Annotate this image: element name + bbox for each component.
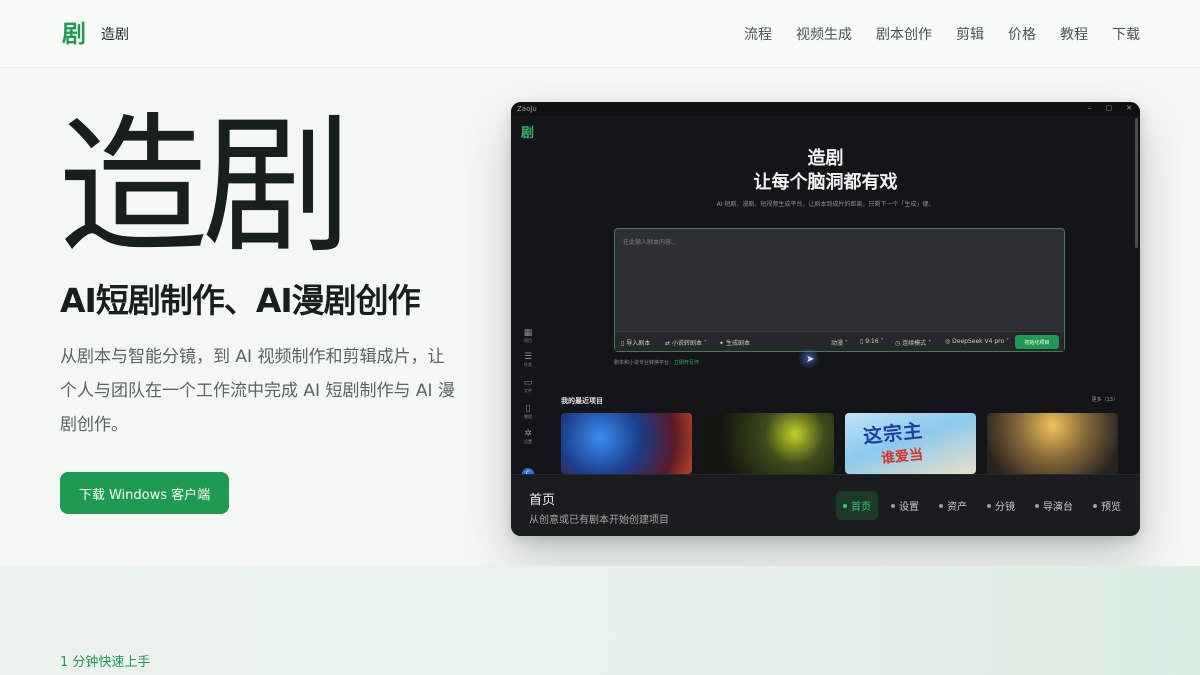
tab-storyboard[interactable]: 分镜 (980, 491, 1022, 520)
nav-links: 流程 视频生成 剧本创作 剪辑 价格 教程 下载 (744, 24, 1140, 44)
chevron-down-icon: ˅ (701, 340, 707, 347)
mode-select[interactable]: ◷ 连续模式 ˅ (895, 338, 931, 347)
brand-logo-icon: 剧 (62, 20, 86, 48)
book-icon: ▯ (525, 404, 531, 414)
chevron-down-icon: ˅ (878, 338, 884, 345)
hero-subtitle: AI短剧制作、AI漫剧创作 (60, 281, 421, 320)
init-project-button[interactable]: 初始化项目 (1015, 335, 1059, 349)
app-slogan: 让每个脑洞都有戏 (753, 172, 898, 193)
app-tagline: AI 短剧、漫剧、短视频生成平台，让剧本到成片的距离，只剩下一个「生成」键。 (716, 201, 935, 208)
list-icon: ☰ (523, 352, 533, 362)
dot-icon (1035, 503, 1039, 508)
project-thumbnail[interactable] (703, 413, 834, 474)
project-thumbnail[interactable] (987, 413, 1118, 474)
dot-icon (939, 503, 943, 508)
top-navigation: 剧 造剧 流程 视频生成 剧本创作 剪辑 价格 教程 下载 (0, 0, 1200, 68)
sidebar-item-files[interactable]: ▭ 文件 (511, 378, 545, 394)
app-headline: 造剧 (807, 148, 844, 169)
sidebar-item-tutorials[interactable]: ▯ 教程 (511, 404, 545, 420)
brand-name: 造剧 (101, 27, 129, 43)
script-prompt-box: ▯ 导入剧本 ⇄ 小说转剧本 ˅ ✦ 生成剧本 动漫 ˅ ▯ 9:16 ˅ ◷ … (614, 228, 1065, 352)
thumbnail-subtitle: 谁爱当 (880, 446, 924, 468)
hero-title: 造剧 (58, 100, 352, 274)
prompt-hint: 剧本和小说专业转换平台：立即开写作 (614, 360, 700, 366)
sidebar-item-settings[interactable]: ✲ 设置 (511, 429, 545, 445)
dot-icon (843, 503, 847, 508)
settings-icon: ✲ (524, 429, 532, 439)
project-thumbnail[interactable]: 这宗主 谁爱当 (845, 413, 976, 474)
dot-icon (1093, 503, 1097, 508)
dot-icon (987, 503, 991, 508)
brand[interactable]: 剧 造剧 (62, 20, 129, 48)
mouse-cursor-icon: ➤ (806, 354, 815, 365)
nav-link-script-creation[interactable]: 剧本创作 (876, 24, 932, 44)
page-subtitle: 从创意或已有剧本开始创建项目 (529, 515, 669, 526)
chevron-down-icon: ˅ (843, 340, 848, 347)
script-input[interactable] (623, 237, 1053, 327)
window-title: ZaoJu (517, 105, 537, 113)
tab-preview[interactable]: 预览 (1086, 491, 1128, 520)
grid-icon: ▦ (523, 328, 533, 338)
app-preview-window: ZaoJu – ▢ ✕ 剧 ▦ 项目 ☰ 任务 ▭ 文件 ▯ 教程 ✲ 设置 C (511, 102, 1140, 536)
window-controls: – ▢ ✕ (1088, 104, 1132, 112)
import-script-button[interactable]: ▯ 导入剧本 (621, 338, 650, 347)
generate-script-button[interactable]: ✦ 生成剧本 (719, 338, 750, 347)
folder-icon: ▭ (523, 378, 533, 388)
download-windows-button[interactable]: 下载 Windows 客户端 (60, 472, 229, 514)
convert-icon: ⇄ (665, 340, 672, 347)
tab-home[interactable]: 首页 (836, 491, 878, 520)
hint-link[interactable]: 立即开写作 (674, 360, 699, 366)
novel-to-script-button[interactable]: ⇄ 小说转剧本 ˅ (665, 338, 707, 347)
nav-link-pricing[interactable]: 价格 (1008, 24, 1036, 44)
model-select[interactable]: ◎ DeepSeek V4 pro ˅ (945, 338, 1009, 345)
more-projects-link[interactable]: 更多（13） (1092, 396, 1118, 403)
nav-link-download[interactable]: 下载 (1112, 24, 1140, 44)
chevron-down-icon: ˅ (926, 340, 932, 347)
nav-link-tutorials[interactable]: 教程 (1060, 24, 1088, 44)
ratio-select[interactable]: ▯ 9:16 ˅ (860, 338, 884, 345)
close-icon[interactable]: ✕ (1126, 104, 1132, 112)
recent-projects-title: 我的最近项目 (561, 397, 603, 405)
quick-start-label: 1 分钟快速上手 (60, 655, 151, 670)
window-titlebar: ZaoJu – ▢ ✕ (511, 102, 1140, 116)
tab-director[interactable]: 导演台 (1028, 491, 1080, 520)
app-logo-icon: 剧 (521, 126, 535, 141)
maximize-icon[interactable]: ▢ (1106, 104, 1113, 112)
sidebar-item-projects[interactable]: ▦ 项目 (511, 328, 545, 344)
nav-link-editing[interactable]: 剪辑 (956, 24, 984, 44)
chevron-down-icon: ˅ (1004, 338, 1010, 345)
nav-link-video-generation[interactable]: 视频生成 (796, 24, 852, 44)
sparkle-icon: ✦ (719, 340, 726, 347)
tab-settings[interactable]: 设置 (884, 491, 926, 520)
minimize-icon[interactable]: – (1088, 104, 1092, 112)
tab-assets[interactable]: 资产 (932, 491, 974, 520)
style-select[interactable]: 动漫 ˅ (831, 338, 848, 347)
prompt-toolbar: ▯ 导入剧本 ⇄ 小说转剧本 ˅ ✦ 生成剧本 动漫 ˅ ▯ 9:16 ˅ ◷ … (615, 331, 1064, 351)
workflow-tabs: 首页 设置 资产 分镜 导演台 预览 (836, 491, 1128, 520)
page-title: 首页 (529, 493, 556, 508)
sidebar-item-tasks[interactable]: ☰ 任务 (511, 352, 545, 368)
section-band (0, 566, 1200, 675)
nav-link-process[interactable]: 流程 (744, 24, 772, 44)
app-bottom-bar: 首页 从创意或已有剧本开始创建项目 首页 设置 资产 分镜 导演台 预览 (511, 474, 1140, 536)
dot-icon (891, 503, 895, 508)
hero-description: 从剧本与智能分镜，到 AI 视频制作和剪辑成片，让个人与团队在一个工作流中完成 … (60, 347, 455, 435)
project-thumbnail[interactable] (561, 413, 692, 474)
